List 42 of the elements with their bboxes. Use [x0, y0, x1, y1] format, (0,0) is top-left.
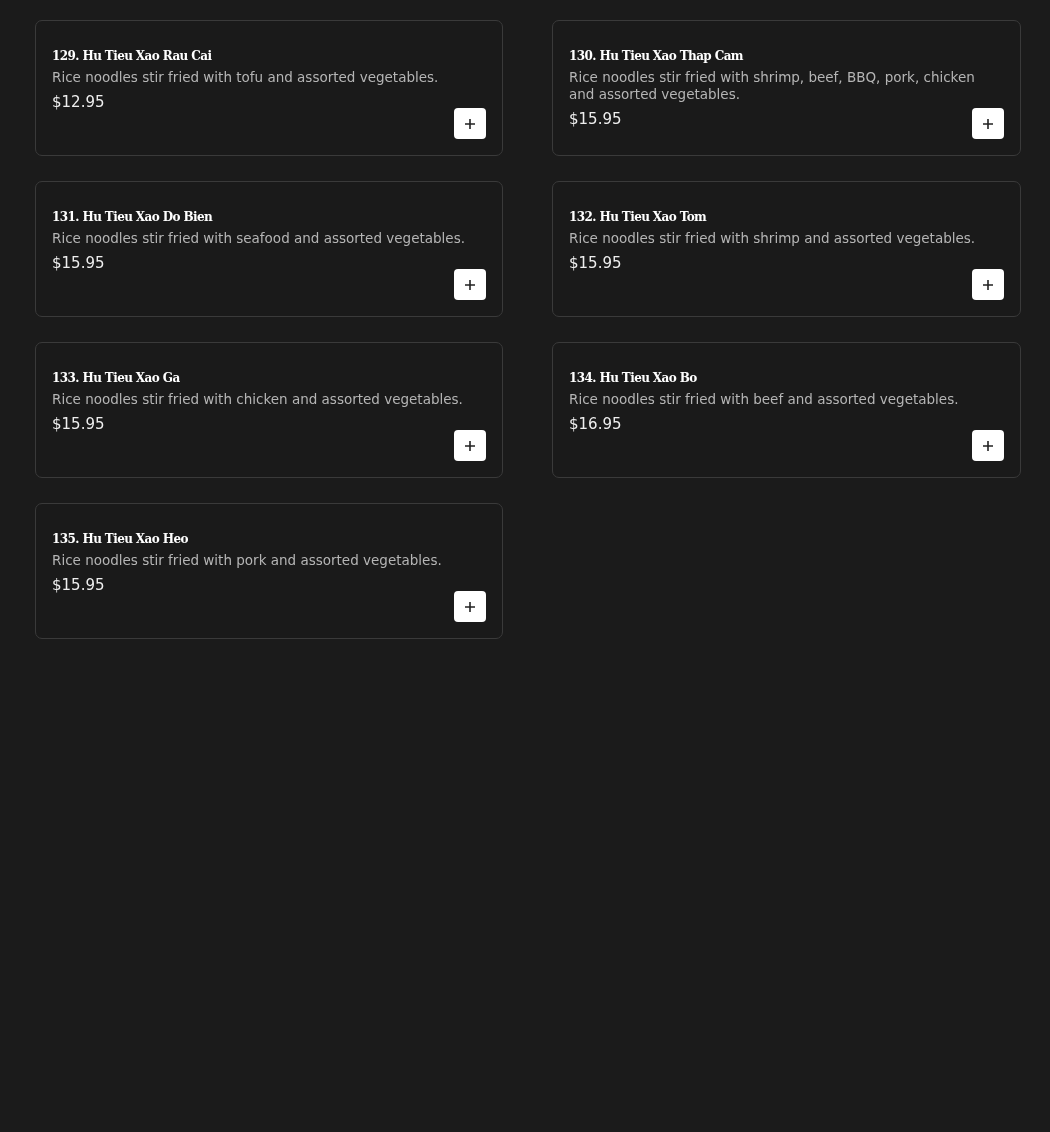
add-button[interactable]	[454, 430, 486, 461]
item-price: $15.95	[52, 254, 105, 272]
menu-item-card[interactable]: 132. Hu Tieu Xao Tom Rice noodles stir fried with shrimp and assorted vegetables. $15.95	[552, 181, 1021, 317]
item-description: Rice noodles stir fried with pork and assorted vegetables.	[52, 552, 443, 569]
item-price: $15.95	[569, 110, 622, 128]
plus-icon	[465, 440, 475, 451]
item-description: Rice noodles stir fried with beef and assorted vegetables.	[569, 391, 960, 408]
add-button[interactable]	[972, 430, 1004, 461]
plus-icon	[983, 118, 993, 129]
plus-icon	[465, 279, 475, 290]
menu-item-card[interactable]: 131. Hu Tieu Xao Do Bien Rice noodles stir fried with seafood and assorted vegetables. $15.95	[35, 181, 503, 317]
plus-icon	[983, 440, 993, 451]
item-price: $15.95	[52, 415, 105, 433]
plus-icon	[983, 279, 993, 290]
item-price: $15.95	[569, 254, 622, 272]
plus-icon	[465, 118, 475, 129]
menu-item-card[interactable]: 129. Hu Tieu Xao Rau Cai Rice noodles stir fried with tofu and assorted vegetables. $12.95	[35, 20, 503, 156]
add-button[interactable]	[972, 108, 1004, 139]
item-description: Rice noodles stir fried with shrimp, beef, BBQ, pork, chicken and assorted vegetables.	[569, 69, 976, 103]
item-price: $16.95	[569, 415, 622, 433]
item-name: 133. Hu Tieu Xao Ga	[52, 371, 181, 385]
add-button[interactable]	[454, 591, 486, 622]
item-name: 129. Hu Tieu Xao Rau Cai	[52, 49, 213, 63]
item-name: 134. Hu Tieu Xao Bo	[569, 371, 698, 385]
item-description: Rice noodles stir fried with seafood and assorted vegetables.	[52, 230, 466, 247]
item-name: 131. Hu Tieu Xao Do Bien	[52, 210, 214, 224]
menu-item-card[interactable]: 134. Hu Tieu Xao Bo Rice noodles stir fried with beef and assorted vegetables. $16.95	[552, 342, 1021, 478]
menu-item-card[interactable]: 133. Hu Tieu Xao Ga Rice noodles stir fried with chicken and assorted vegetables. $15.95	[35, 342, 503, 478]
item-price: $12.95	[52, 93, 105, 111]
item-description: Rice noodles stir fried with chicken and assorted vegetables.	[52, 391, 464, 408]
menu-item-card[interactable]: 130. Hu Tieu Xao Thap Cam Rice noodles stir fried with shrimp, beef, BBQ, pork, chicken and assorted vegetables. $15.95	[552, 20, 1021, 156]
add-button[interactable]	[454, 269, 486, 300]
menu-item-card[interactable]: 135. Hu Tieu Xao Heo Rice noodles stir fried with pork and assorted vegetables. $15.95	[35, 503, 503, 639]
add-button[interactable]	[454, 108, 486, 139]
add-button[interactable]	[972, 269, 1004, 300]
item-description: Rice noodles stir fried with tofu and assorted vegetables.	[52, 69, 440, 86]
item-name: 135. Hu Tieu Xao Heo	[52, 532, 189, 546]
item-price: $15.95	[52, 576, 105, 594]
plus-icon	[465, 601, 475, 612]
item-name: 132. Hu Tieu Xao Tom	[569, 210, 708, 224]
item-description: Rice noodles stir fried with shrimp and assorted vegetables.	[569, 230, 977, 247]
item-name: 130. Hu Tieu Xao Thap Cam	[569, 49, 744, 63]
